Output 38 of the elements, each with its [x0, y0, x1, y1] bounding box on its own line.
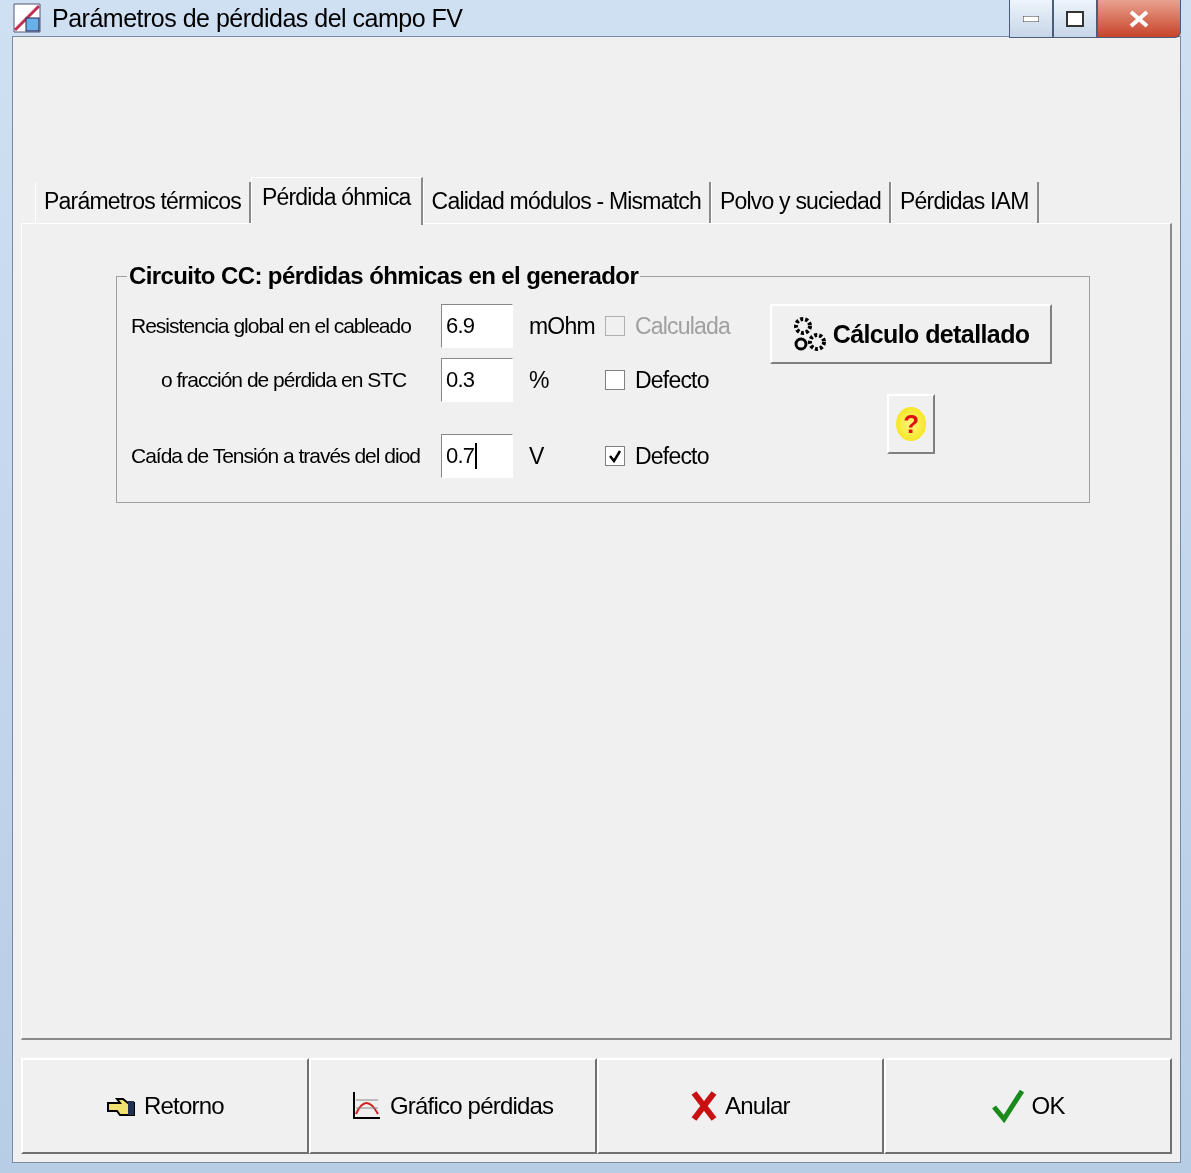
help-button[interactable]: ?	[887, 394, 936, 454]
tab[interactable]: Calidad módulos - Mismatch	[422, 182, 711, 223]
minimize-icon	[1023, 15, 1039, 22]
input-field[interactable]: 6.9	[441, 304, 513, 348]
checkmark-icon	[991, 1089, 1024, 1123]
input-field[interactable]: 0.7	[441, 434, 513, 478]
unit-label: mOhm	[528, 312, 596, 340]
maximize-icon	[1066, 10, 1084, 27]
detailed-calculation-button[interactable]: Cálculo detallado	[770, 304, 1053, 364]
field-label: Caída de Tensión a través del diod	[131, 444, 421, 468]
pointing-hand-icon	[105, 1095, 136, 1117]
tab[interactable]: Pérdida óhmica	[250, 177, 423, 225]
close-icon	[1129, 9, 1149, 28]
footer-button[interactable]: OK	[884, 1058, 1172, 1154]
close-button[interactable]	[1097, 0, 1181, 38]
gears-icon	[792, 316, 827, 352]
text-cursor	[475, 443, 478, 469]
minimize-button[interactable]	[1009, 0, 1053, 38]
cross-icon	[691, 1090, 718, 1122]
field-label: Resistencia global en el cableado	[131, 314, 412, 338]
checkbox[interactable]: Defecto	[605, 366, 731, 394]
maximize-button[interactable]	[1053, 0, 1097, 38]
checkbox[interactable]: Defecto	[605, 442, 731, 470]
tab[interactable]: Polvo y suciedad	[710, 182, 892, 223]
footer-button[interactable]: Gráfico pérdidas	[308, 1058, 597, 1154]
unit-label: V	[528, 442, 545, 470]
group-title: Circuito CC: pérdidas óhmicas en el generador	[128, 262, 640, 290]
app-icon	[12, 2, 42, 34]
input-field[interactable]: 0.3	[441, 358, 513, 402]
window-title: Parámetros de pérdidas del campo FV	[52, 3, 463, 33]
unit-label: %	[528, 366, 550, 394]
footer-button[interactable]: Retorno	[21, 1058, 309, 1154]
chart-icon	[351, 1090, 382, 1122]
field-label: o fracción de pérdida en STC	[160, 368, 408, 392]
tab[interactable]: Parámetros térmicos	[35, 182, 251, 223]
tab[interactable]: Pérdidas IAM	[891, 182, 1039, 223]
check-icon	[608, 449, 622, 463]
footer-button[interactable]: Anular	[596, 1058, 885, 1154]
